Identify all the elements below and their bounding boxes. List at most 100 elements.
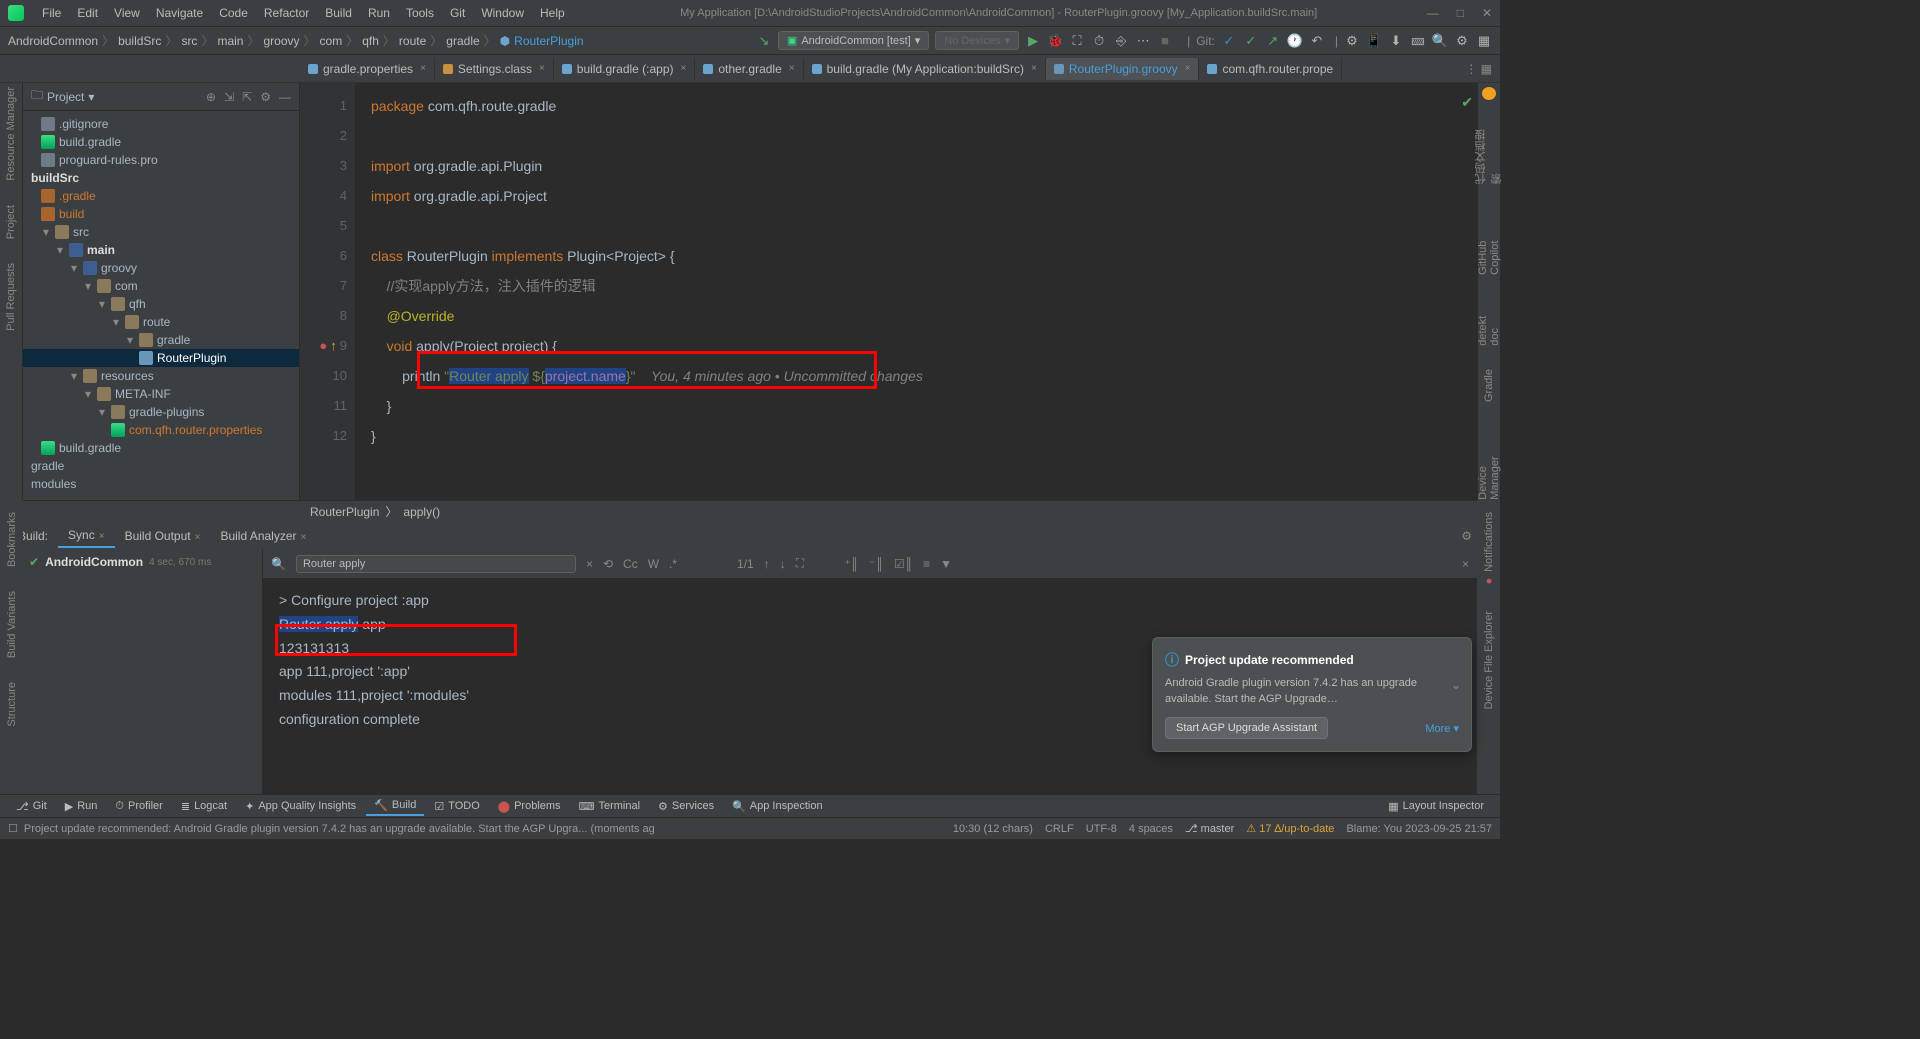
bottom-tab-todo[interactable]: ☑TODO	[426, 798, 487, 815]
menu-code[interactable]: Code	[213, 4, 254, 22]
next-match-icon[interactable]: ↓	[780, 557, 786, 571]
bottom-tab-layoutinspector[interactable]: ▦Layout Inspector	[1380, 798, 1492, 815]
tree-item[interactable]: .gradle	[23, 187, 299, 205]
tree-item[interactable]: ▾gradle	[23, 331, 299, 349]
editor-tab[interactable]: Settings.class×	[435, 58, 554, 80]
editor-crumb[interactable]: RouterPlugin	[310, 505, 379, 519]
tool-build-variants[interactable]: Build Variants	[6, 591, 18, 658]
menu-refactor[interactable]: Refactor	[258, 4, 315, 22]
bottom-tab-run[interactable]: ▶Run	[57, 798, 106, 815]
crumb-current[interactable]: RouterPlugin	[514, 34, 583, 48]
bottom-tab-git[interactable]: ⎇Git	[8, 798, 55, 815]
tool-search[interactable]: 代码文档搜索	[1473, 124, 1505, 185]
tool-project[interactable]: Project	[5, 205, 17, 239]
git-ahead[interactable]: ⚠ 17 ∆/up-to-date	[1246, 822, 1334, 835]
crumb[interactable]: AndroidCommon	[8, 34, 98, 48]
gradle-sync-icon[interactable]: ↘	[756, 33, 772, 49]
menu-edit[interactable]: Edit	[71, 4, 104, 22]
match-case-toggle[interactable]: Cc	[623, 557, 638, 571]
code-editor[interactable]: 12345678 ●↑9 101112 package com.qfh.rout…	[300, 83, 1477, 500]
select-all-icon[interactable]: ⛶	[796, 556, 804, 571]
bottom-tab-terminal[interactable]: ⌨Terminal	[571, 798, 648, 815]
bottom-tab-logcat[interactable]: ≣Logcat	[173, 798, 235, 815]
tool-structure[interactable]: Structure	[6, 682, 18, 727]
tree-item[interactable]: gradle	[23, 457, 299, 475]
code-area[interactable]: package com.qfh.route.gradle import org.…	[355, 83, 1477, 500]
history-icon[interactable]: ⟲	[603, 557, 613, 571]
gear-icon[interactable]: ⚙	[1461, 529, 1472, 543]
build-tab-output[interactable]: Build Output×	[115, 525, 211, 547]
account-icon[interactable]: ▦	[1476, 33, 1492, 49]
bottom-tab-appinspection[interactable]: 🔍App Inspection	[724, 798, 830, 815]
close-icon[interactable]: ×	[301, 532, 307, 543]
settings-icon[interactable]: ≡	[923, 557, 930, 571]
menu-git[interactable]: Git	[444, 4, 471, 22]
crumb[interactable]: groovy	[263, 34, 299, 48]
close-icon[interactable]: ×	[681, 63, 687, 74]
git-history-icon[interactable]: 🕐	[1287, 33, 1303, 49]
tree-item[interactable]: .gitignore	[23, 115, 299, 133]
tree-item[interactable]: build	[23, 205, 299, 223]
close-icon[interactable]: ×	[420, 63, 426, 74]
more-run-icon[interactable]: ⋯	[1135, 33, 1151, 49]
tree-item[interactable]: ▾META-INF	[23, 385, 299, 403]
tree-item[interactable]: proguard-rules.pro	[23, 151, 299, 169]
run-icon[interactable]: ▶	[1025, 33, 1041, 49]
bottom-tab-problems[interactable]: ⬤Problems	[490, 798, 569, 815]
menu-build[interactable]: Build	[319, 4, 358, 22]
tool-notifications[interactable]: ● Notifications	[1483, 512, 1495, 587]
tree-item[interactable]: com.qfh.router.properties	[23, 421, 299, 439]
expand-icon[interactable]: ⇱	[242, 90, 252, 104]
menu-run[interactable]: Run	[362, 4, 396, 22]
search-input[interactable]	[296, 555, 576, 573]
sdk-icon[interactable]: ⬇	[1388, 33, 1404, 49]
close-panel-icon[interactable]: ×	[1462, 557, 1469, 571]
tree-item[interactable]: ▾route	[23, 313, 299, 331]
regex-toggle[interactable]: .*	[669, 557, 677, 571]
tool-device-file-explorer[interactable]: Device File Explorer	[1483, 611, 1495, 709]
git-update-icon[interactable]: ✓	[1221, 33, 1237, 49]
bottom-tab-build[interactable]: 🔨Build	[366, 797, 424, 816]
inspection-ok-icon[interactable]: ✔	[1461, 87, 1473, 117]
crumb[interactable]: gradle	[446, 34, 479, 48]
editor-tab[interactable]: com.qfh.router.prope	[1199, 58, 1342, 80]
locate-icon[interactable]: ⊕	[206, 90, 216, 104]
editor-crumb[interactable]: apply()	[403, 505, 440, 519]
tool-github-copilot[interactable]: GitHub Copilot	[1477, 209, 1501, 275]
words-toggle[interactable]: W	[648, 557, 659, 571]
git-push-icon[interactable]: ↗	[1265, 33, 1281, 49]
close-button[interactable]: ✕	[1482, 6, 1492, 20]
chevron-down-icon[interactable]: ⌄	[1451, 678, 1461, 692]
close-icon[interactable]: ×	[1031, 63, 1037, 74]
search-everywhere-icon[interactable]: 🔍	[1432, 33, 1448, 49]
crumb[interactable]: buildSrc	[118, 34, 161, 48]
tree-item[interactable]: ▾src	[23, 223, 299, 241]
gear-icon[interactable]: ⚙	[260, 90, 271, 104]
coverage-icon[interactable]: ⛶	[1069, 33, 1085, 49]
tree-item[interactable]: build.gradle	[23, 133, 299, 151]
toolwindow-icon[interactable]: ☐	[8, 822, 18, 835]
hide-icon[interactable]: —	[279, 90, 291, 104]
avd-icon[interactable]: 📱	[1366, 33, 1382, 49]
add-selection-icon[interactable]: ⁺║	[844, 557, 859, 571]
editor-tab[interactable]: gradle.properties×	[300, 58, 435, 80]
menu-window[interactable]: Window	[475, 4, 530, 22]
build-tab-sync[interactable]: Sync×	[58, 524, 115, 548]
line-ending[interactable]: CRLF	[1045, 823, 1074, 835]
device-selector[interactable]: No Devices ▾	[935, 31, 1019, 50]
editor-tab[interactable]: build.gradle (:app)×	[554, 58, 696, 80]
maximize-button[interactable]: □	[1457, 6, 1464, 20]
indent[interactable]: 4 spaces	[1129, 823, 1173, 835]
menu-navigate[interactable]: Navigate	[150, 4, 209, 22]
sync-tree[interactable]: ✔AndroidCommon 4 sec, 670 ms	[23, 549, 263, 794]
tree-item[interactable]: buildSrc	[23, 169, 299, 187]
crumb[interactable]: route	[399, 34, 426, 48]
tool-resource-manager[interactable]: Resource Manager	[5, 87, 17, 181]
attach-icon[interactable]: ⎆	[1113, 33, 1129, 49]
translate-icon[interactable]: 🝙	[1410, 33, 1426, 49]
menu-help[interactable]: Help	[534, 4, 571, 22]
bottom-tab-services[interactable]: ⚙Services	[650, 798, 722, 815]
tool-detekt[interactable]: detekt doc	[1477, 299, 1501, 346]
tree-item[interactable]: modules	[23, 475, 299, 493]
git-commit-icon[interactable]: ✓	[1243, 33, 1259, 49]
